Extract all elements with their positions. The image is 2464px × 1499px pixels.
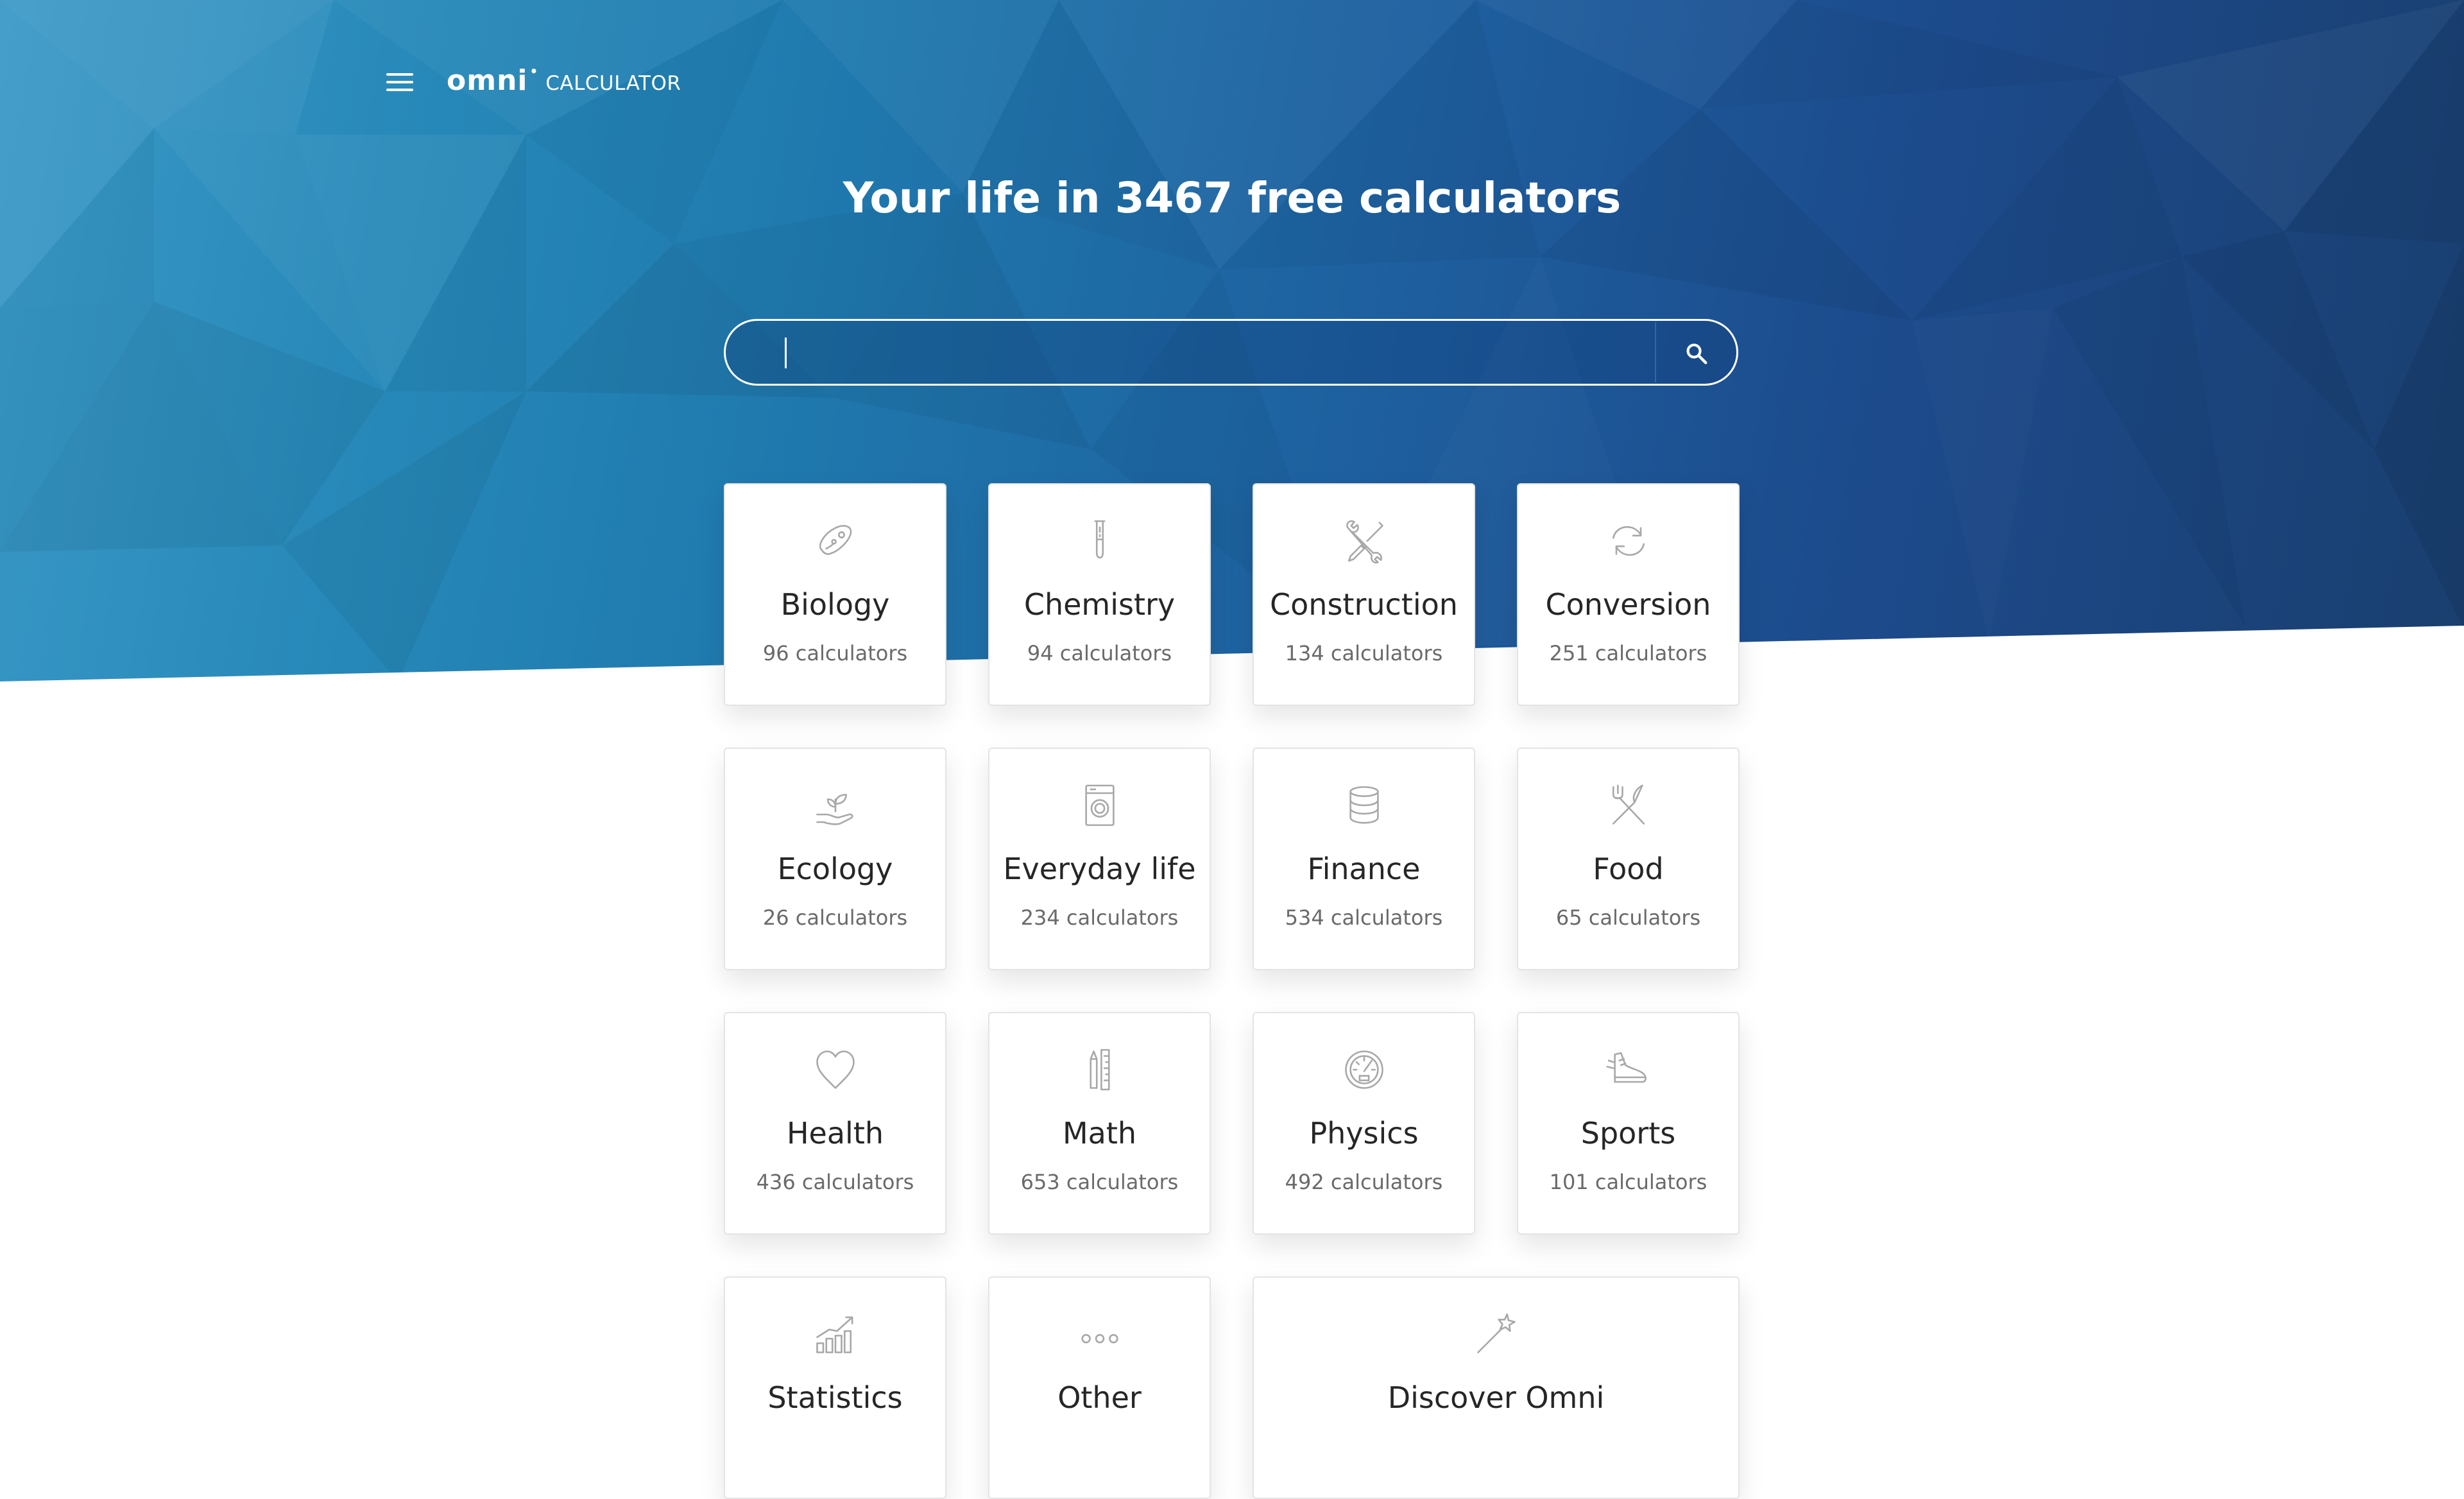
category-card-sports[interactable]: Sports 101 calculators xyxy=(1517,1012,1740,1235)
category-card-ecology[interactable]: Ecology 26 calculators xyxy=(724,748,946,970)
menu-line xyxy=(386,81,413,83)
category-name: Construction xyxy=(1270,587,1458,622)
category-count: 653 calculators xyxy=(1020,1170,1179,1194)
category-card-biology[interactable]: Biology 96 calculators xyxy=(724,483,946,706)
category-count: 101 calculators xyxy=(1549,1170,1707,1194)
category-card-everyday-life[interactable]: Everyday life 234 calculators xyxy=(988,748,1211,970)
category-card-chemistry[interactable]: Chemistry 94 calculators xyxy=(988,483,1211,706)
page-title: Your life in 3467 free calculators xyxy=(843,173,1621,223)
category-card-statistics[interactable]: Statistics xyxy=(724,1276,946,1499)
category-card-finance[interactable]: Finance 534 calculators xyxy=(1253,748,1475,970)
menu-line xyxy=(386,89,413,91)
category-name: Biology xyxy=(780,587,890,622)
running-shoe-icon xyxy=(1605,1052,1647,1083)
logo-omni-text: omni xyxy=(447,64,528,97)
category-name: Chemistry xyxy=(1023,587,1176,622)
category-card-construction[interactable]: Construction 134 calculators xyxy=(1253,483,1475,706)
refresh-arrows-icon xyxy=(1612,526,1645,556)
search-button[interactable] xyxy=(1656,321,1736,384)
category-count: 26 calculators xyxy=(762,905,908,930)
omni-calculator-logo[interactable]: omni • CALCULATOR xyxy=(447,64,681,97)
category-card-other[interactable]: Other xyxy=(988,1276,1211,1499)
hamburger-menu-button[interactable] xyxy=(385,69,416,95)
menu-line xyxy=(386,73,413,76)
category-count: 492 calculators xyxy=(1285,1170,1443,1194)
fork-knife-icon xyxy=(1612,784,1645,825)
category-count: 251 calculators xyxy=(1549,641,1707,665)
search-bar xyxy=(724,319,1738,386)
category-name: Finance xyxy=(1307,852,1421,886)
ellipsis-icon xyxy=(1081,1333,1118,1344)
category-name: Math xyxy=(1062,1116,1137,1151)
discover-omni-card[interactable]: Discover Omni xyxy=(1253,1276,1740,1499)
wrench-screwdriver-icon xyxy=(1346,520,1383,564)
category-card-conversion[interactable]: Conversion 251 calculators xyxy=(1517,483,1740,706)
category-count: 436 calculators xyxy=(756,1170,914,1194)
coin-stack-icon xyxy=(1349,786,1379,824)
category-count: 96 calculators xyxy=(762,641,908,665)
category-name: Other xyxy=(1057,1380,1142,1415)
bar-chart-trend-icon xyxy=(816,1316,853,1353)
category-card-math[interactable]: Math 653 calculators xyxy=(988,1012,1211,1235)
category-card-health[interactable]: Health 436 calculators xyxy=(724,1012,946,1235)
logo-dot: • xyxy=(529,64,538,79)
logo-calculator-text: CALCULATOR xyxy=(545,72,681,95)
hand-sprout-icon xyxy=(816,794,853,825)
category-name: Physics xyxy=(1309,1116,1419,1151)
search-input[interactable] xyxy=(777,321,1627,385)
category-count: 534 calculators xyxy=(1285,905,1443,930)
category-card-food[interactable]: Food 65 calculators xyxy=(1517,748,1740,970)
category-count: 134 calculators xyxy=(1285,641,1443,665)
speedometer-icon xyxy=(1344,1050,1383,1089)
category-name: Everyday life xyxy=(1003,852,1196,886)
test-tube-icon xyxy=(1094,520,1105,559)
washing-machine-icon xyxy=(1084,784,1115,827)
text-caret xyxy=(785,338,787,368)
category-name: Discover Omni xyxy=(1387,1380,1605,1415)
category-name: Ecology xyxy=(777,852,893,886)
heart-icon xyxy=(816,1050,855,1089)
category-count: 65 calculators xyxy=(1555,905,1701,930)
category-name: Food xyxy=(1593,852,1664,886)
category-name: Statistics xyxy=(767,1380,903,1415)
category-name: Conversion xyxy=(1545,587,1711,622)
pencil-ruler-icon xyxy=(1089,1049,1110,1091)
magic-wand-icon xyxy=(1476,1313,1516,1353)
petri-dish-icon xyxy=(819,525,851,555)
category-count: 234 calculators xyxy=(1020,905,1179,930)
category-card-physics[interactable]: Physics 492 calculators xyxy=(1253,1012,1475,1235)
category-count: 94 calculators xyxy=(1027,641,1172,665)
search-icon xyxy=(1686,343,1707,364)
category-name: Health xyxy=(786,1116,884,1151)
category-name: Sports xyxy=(1580,1116,1676,1151)
